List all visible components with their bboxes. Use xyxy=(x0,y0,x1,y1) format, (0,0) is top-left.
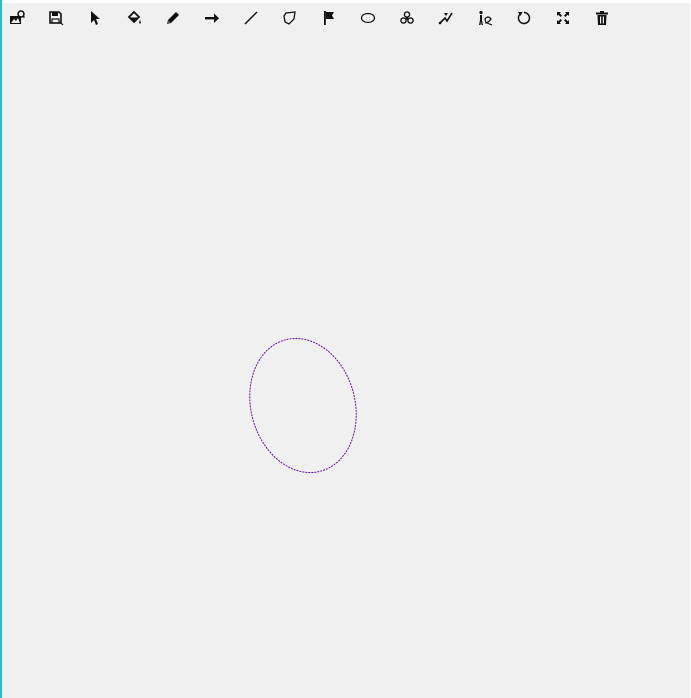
polygon-button[interactable] xyxy=(279,7,301,29)
rotate-button[interactable] xyxy=(513,7,535,29)
rotate-icon xyxy=(517,11,531,25)
triskelion-icon xyxy=(400,11,414,24)
paint-bucket-icon xyxy=(127,10,141,24)
select-button[interactable] xyxy=(84,7,106,29)
flag-icon xyxy=(324,11,334,25)
path-tool-icon xyxy=(438,12,453,25)
flag-button[interactable] xyxy=(318,7,340,29)
fullscreen-button[interactable] xyxy=(552,7,574,29)
ellipse-button[interactable] xyxy=(357,7,379,29)
line-button[interactable] xyxy=(240,7,262,29)
triskelion-button[interactable] xyxy=(396,7,418,29)
ellipse-icon xyxy=(360,12,376,24)
save-button[interactable] xyxy=(45,7,67,29)
arrow-icon xyxy=(205,13,219,23)
figure-button[interactable] xyxy=(474,7,496,29)
drawn-ellipse[interactable] xyxy=(235,326,371,484)
pencil-button[interactable] xyxy=(162,7,184,29)
figure-icon xyxy=(479,10,493,26)
polygon-icon xyxy=(283,11,296,25)
toolbar xyxy=(2,3,642,31)
save-icon xyxy=(49,11,64,26)
line-icon xyxy=(244,11,258,25)
arrow-button[interactable] xyxy=(201,7,223,29)
open-image-button[interactable] xyxy=(6,7,28,29)
open-image-icon xyxy=(10,10,25,24)
select-pointer-icon xyxy=(91,11,100,25)
fullscreen-icon xyxy=(557,12,569,24)
fill-button[interactable] xyxy=(123,7,145,29)
delete-button[interactable] xyxy=(591,7,613,29)
path-tool-button[interactable] xyxy=(435,7,457,29)
paint-app xyxy=(0,0,691,698)
canvas-drawing-layer xyxy=(235,326,371,484)
trash-icon xyxy=(596,11,608,25)
drawing-canvas[interactable] xyxy=(2,3,690,698)
pencil-icon xyxy=(167,12,179,24)
